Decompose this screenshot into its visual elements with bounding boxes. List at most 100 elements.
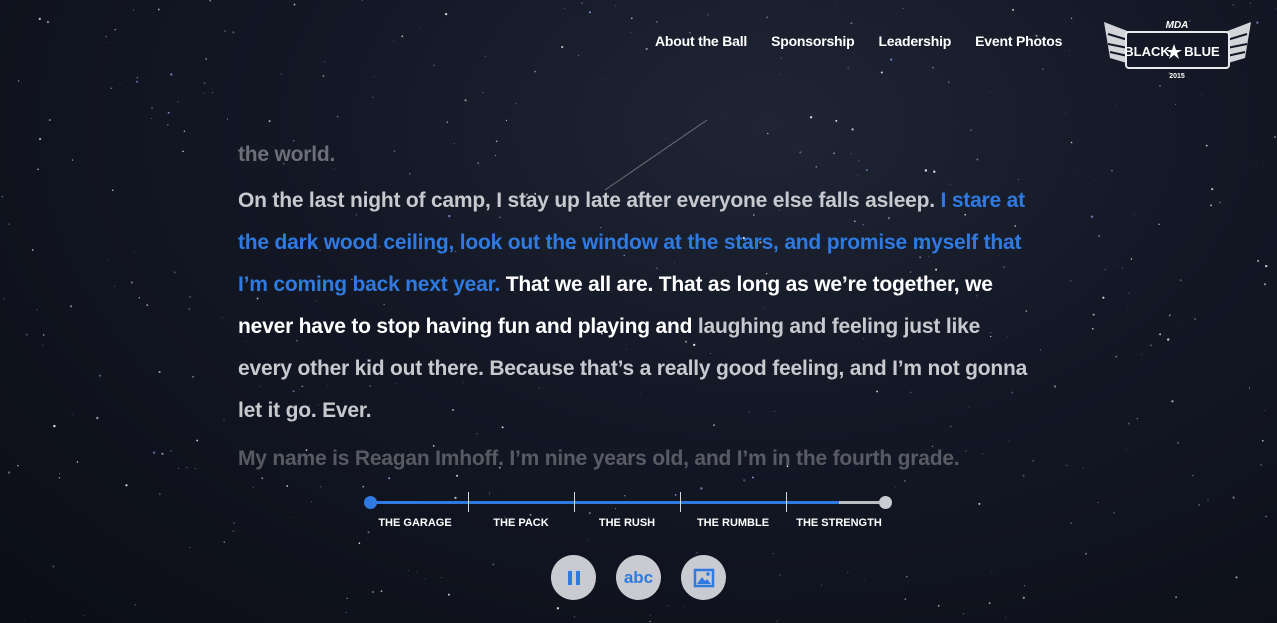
star (1232, 4, 1234, 6)
star (707, 14, 709, 16)
chapter-the-pack[interactable]: THE PACK (493, 517, 548, 529)
star (185, 605, 187, 607)
star (114, 29, 116, 31)
star (3, 298, 5, 300)
black-blue-ball-logo[interactable]: MDA BLACK BLUE 2015 (1100, 14, 1255, 84)
timeline-start-dot[interactable] (364, 496, 377, 509)
star (221, 317, 224, 319)
star (71, 413, 73, 415)
image-toggle-button[interactable] (681, 555, 726, 600)
star (763, 65, 765, 67)
star (1070, 141, 1073, 144)
svg-text:MDA: MDA (1166, 20, 1189, 31)
star (726, 115, 728, 116)
text-toggle-button[interactable]: abc (616, 555, 661, 600)
nav-about-the-ball[interactable]: About the Ball (655, 33, 747, 49)
star (138, 297, 140, 299)
star (515, 102, 517, 105)
previous-line: the world. (238, 143, 336, 166)
star (223, 30, 227, 33)
nav-sponsorship[interactable]: Sponsorship (771, 33, 855, 49)
star (581, 2, 583, 4)
star (280, 73, 282, 75)
star (194, 468, 196, 470)
star (1116, 103, 1117, 105)
star (8, 223, 10, 225)
star (556, 607, 560, 610)
star (1259, 463, 1263, 467)
star (1192, 474, 1194, 477)
star (587, 538, 589, 540)
chapter-the-rumble[interactable]: THE RUMBLE (697, 517, 769, 529)
star (18, 80, 20, 82)
star (821, 584, 823, 586)
star (416, 571, 418, 573)
star (1005, 617, 1006, 618)
nav-leadership[interactable]: Leadership (878, 33, 951, 49)
star (904, 598, 907, 600)
star (1113, 264, 1115, 265)
star (407, 570, 409, 572)
star (167, 124, 169, 126)
star (31, 249, 34, 251)
star (1128, 292, 1130, 294)
chapter-timeline[interactable]: THE GARAGE THE PACK THE RUSH THE RUMBLE … (364, 492, 892, 536)
star (1265, 264, 1268, 268)
star (110, 87, 112, 89)
image-icon (693, 568, 714, 587)
current-paragraph: On the last night of camp, I stay up lat… (238, 180, 1038, 432)
star (1024, 585, 1026, 587)
star (931, 66, 934, 69)
star (1130, 258, 1133, 260)
star (1235, 576, 1238, 579)
star (1158, 223, 1160, 225)
star (1097, 502, 1099, 503)
star (1082, 467, 1085, 469)
star (684, 605, 686, 607)
star (233, 522, 235, 524)
star (76, 461, 79, 463)
star (7, 471, 11, 474)
star (177, 467, 180, 469)
star (1274, 136, 1276, 138)
star (223, 419, 225, 421)
star (1177, 322, 1179, 323)
star (25, 333, 28, 336)
star (161, 452, 164, 455)
star (125, 484, 128, 487)
star (433, 64, 436, 67)
nav-event-photos[interactable]: Event Photos (975, 33, 1062, 49)
pause-button[interactable] (551, 555, 596, 600)
star (1219, 201, 1221, 204)
chapter-the-strength[interactable]: THE STRENGTH (796, 517, 882, 529)
star (293, 3, 296, 6)
star (991, 572, 993, 574)
star (656, 21, 658, 23)
star (1211, 188, 1214, 191)
star (107, 260, 109, 262)
star (226, 118, 229, 120)
star (1092, 328, 1094, 330)
timeline-end-dot[interactable] (879, 496, 892, 509)
star (649, 620, 651, 623)
star (48, 119, 51, 122)
star (336, 115, 339, 118)
star (187, 204, 189, 206)
svg-text:BLACK: BLACK (1124, 44, 1170, 59)
star (1, 196, 3, 198)
main-nav: About the Ball Sponsorship Leadership Ev… (655, 33, 1062, 49)
star (847, 572, 849, 573)
star (1084, 552, 1088, 555)
star (1077, 173, 1079, 175)
timeline-tick (680, 492, 681, 512)
chapter-the-rush[interactable]: THE RUSH (599, 517, 655, 529)
star (36, 308, 38, 311)
star (863, 578, 865, 580)
star (59, 473, 61, 475)
star (696, 552, 698, 554)
star (362, 485, 365, 488)
star (286, 485, 289, 487)
star (223, 541, 225, 543)
chapter-the-garage[interactable]: THE GARAGE (378, 517, 451, 529)
star (46, 20, 50, 24)
